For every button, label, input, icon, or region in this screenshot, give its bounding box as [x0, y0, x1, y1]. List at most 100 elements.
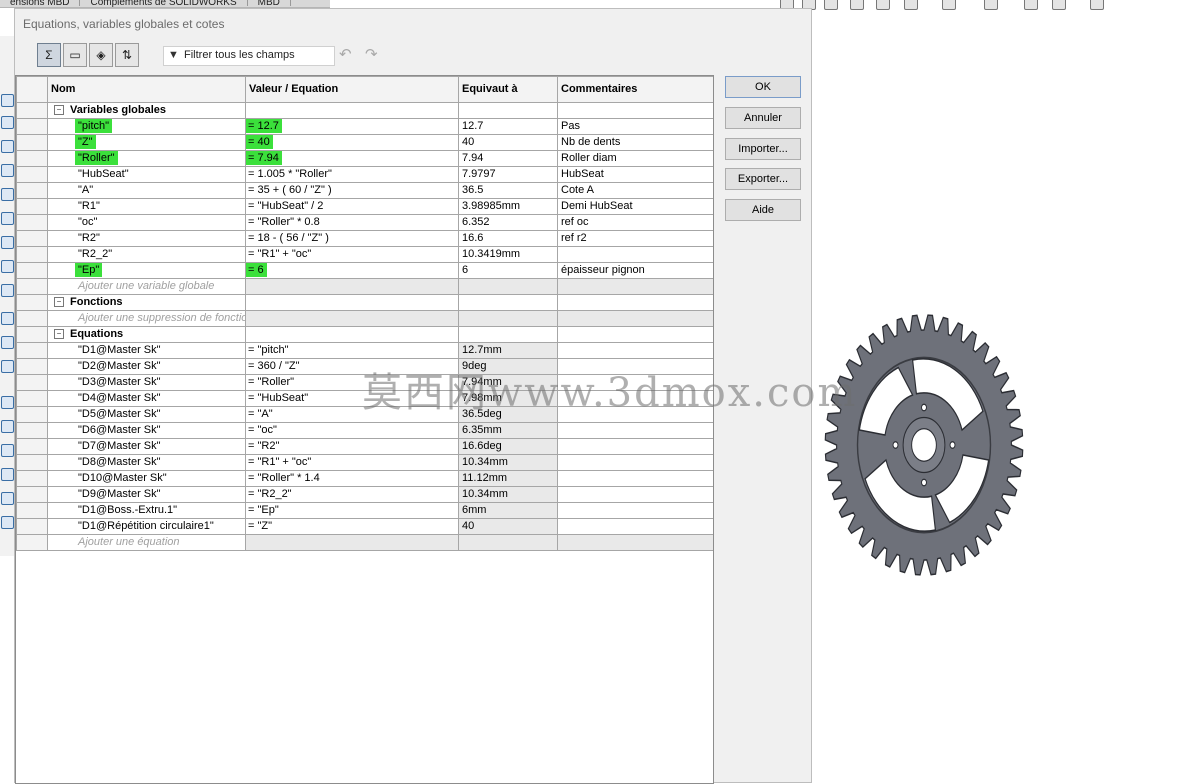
table-row[interactable]: "A" = 35 + ( 60 / "Z" ) 36.5 Cote A	[16, 182, 713, 199]
table-row[interactable]: "R2" = 18 - ( 56 / "Z" ) 16.6 ref r2	[16, 230, 713, 247]
table-row[interactable]: "D1@Boss.-Extru.1" = "Ep" 6mm	[16, 502, 713, 519]
section-view-icon[interactable]	[850, 0, 864, 10]
value-equation-cell[interactable]: = 12.7	[245, 118, 459, 135]
value-equation-cell[interactable]: = "Ep"	[245, 502, 459, 519]
value-equation-cell[interactable]: = 1.005 * "Roller"	[245, 166, 459, 183]
row-header[interactable]	[16, 166, 48, 183]
table-row[interactable]: "pitch" = 12.7 12.7 Pas	[16, 118, 713, 135]
dimension-name-cell[interactable]: "D7@Master Sk"	[47, 438, 246, 455]
dimension-name-cell[interactable]: "D1@Répétition circulaire1"	[47, 518, 246, 535]
sketch-icon[interactable]	[1, 94, 14, 107]
comment-cell[interactable]: Roller diam	[557, 150, 713, 167]
variable-name-cell[interactable]: "pitch"	[47, 118, 246, 135]
comment-cell[interactable]	[557, 438, 713, 455]
feature-icon[interactable]	[1, 516, 14, 529]
table-row[interactable]: "D6@Master Sk" = "oc" 6.35mm	[16, 422, 713, 439]
row-header[interactable]	[16, 374, 48, 391]
variable-name-cell[interactable]: "A"	[47, 182, 246, 199]
dimension-name-cell[interactable]: "D2@Master Sk"	[47, 358, 246, 375]
comment-cell[interactable]: ref oc	[557, 214, 713, 231]
table-row[interactable]: "D1@Répétition circulaire1" = "Z" 40	[16, 518, 713, 535]
dimension-name-cell[interactable]: "D1@Master Sk"	[47, 342, 246, 359]
variable-name-cell[interactable]: "R2_2"	[47, 246, 246, 263]
add-global-variable-row[interactable]: Ajouter une variable globale	[16, 278, 713, 295]
variable-name-cell[interactable]: "HubSeat"	[47, 166, 246, 183]
value-equation-cell[interactable]: = "pitch"	[245, 342, 459, 359]
variable-name-cell[interactable]: "Ep"	[47, 262, 246, 279]
variable-name-cell[interactable]: "oc"	[47, 214, 246, 231]
export-button[interactable]: Exporter...	[725, 168, 801, 190]
plane-front-icon[interactable]	[1, 236, 14, 249]
value-equation-cell[interactable]: = "HubSeat" / 2	[245, 198, 459, 215]
value-equation-cell[interactable]: = "Roller" * 0.8	[245, 214, 459, 231]
sketch-master-icon[interactable]	[1, 312, 14, 325]
sensor-icon[interactable]	[1, 164, 14, 177]
value-equation-cell[interactable]: = 40	[245, 134, 459, 151]
value-equation-cell[interactable]: = "R1" + "oc"	[245, 246, 459, 263]
section-label[interactable]: − Equations	[47, 326, 246, 343]
row-header[interactable]	[16, 134, 48, 151]
boss-extrude-icon[interactable]	[1, 336, 14, 349]
sprocket-model[interactable]	[814, 300, 1034, 590]
column-header-comments[interactable]: Commentaires	[557, 76, 713, 103]
dimension-name-cell[interactable]: "D3@Master Sk"	[47, 374, 246, 391]
tab-mbd[interactable]: MBD	[248, 0, 291, 7]
plane-icon[interactable]	[1, 116, 14, 129]
comment-cell[interactable]	[557, 502, 713, 519]
value-equation-cell[interactable]: = "Roller" * 1.4	[245, 470, 459, 487]
equation-view-button[interactable]: Σ	[37, 43, 61, 67]
section-label[interactable]: − Variables globales	[47, 102, 246, 119]
help-button[interactable]: Aide	[725, 199, 801, 221]
dimension-view-button[interactable]: ◈	[89, 43, 113, 67]
row-header[interactable]	[16, 438, 48, 455]
previous-view-icon[interactable]	[824, 0, 838, 10]
table-row[interactable]: "Roller" = 7.94 7.94 Roller diam	[16, 150, 713, 167]
comment-cell[interactable]: Nb de dents	[557, 134, 713, 151]
variable-name-cell[interactable]: "R2"	[47, 230, 246, 247]
comment-cell[interactable]	[557, 518, 713, 535]
table-row[interactable]: "HubSeat" = 1.005 * "Roller" 7.9797 HubSeat	[16, 166, 713, 183]
comment-cell[interactable]	[557, 470, 713, 487]
import-button[interactable]: Importer...	[725, 138, 801, 160]
table-row[interactable]: "D1@Master Sk" = "pitch" 12.7mm	[16, 342, 713, 359]
view-orientation-icon[interactable]	[904, 0, 918, 10]
comment-cell[interactable]	[557, 454, 713, 471]
row-header[interactable]	[16, 518, 48, 535]
dimension-name-cell[interactable]: "D1@Boss.-Extru.1"	[47, 502, 246, 519]
row-header[interactable]	[16, 470, 48, 487]
comment-cell[interactable]	[557, 422, 713, 439]
value-equation-cell[interactable]: = 7.94	[245, 150, 459, 167]
collapse-icon[interactable]: −	[54, 297, 64, 308]
variable-name-cell[interactable]: "R1"	[47, 198, 246, 215]
add-placeholder[interactable]: Ajouter une équation	[47, 534, 246, 551]
add-function-row[interactable]: Ajouter une suppression de fonction	[16, 310, 713, 327]
row-header[interactable]	[16, 118, 48, 135]
table-row[interactable]: "D7@Master Sk" = "R2" 16.6deg	[16, 438, 713, 455]
table-row[interactable]: "oc" = "Roller" * 0.8 6.352 ref oc	[16, 214, 713, 231]
add-equation-row[interactable]: Ajouter une équation	[16, 534, 713, 551]
comment-cell[interactable]: Demi HubSeat	[557, 198, 713, 215]
row-header[interactable]	[16, 454, 48, 471]
value-equation-cell[interactable]: = "Z"	[245, 518, 459, 535]
comment-cell[interactable]	[557, 342, 713, 359]
comment-cell[interactable]	[557, 246, 713, 263]
edit-appearance-icon[interactable]	[1024, 0, 1038, 10]
origin-icon[interactable]	[1, 212, 14, 225]
comment-cell[interactable]: Pas	[557, 118, 713, 135]
plane-right-icon[interactable]	[1, 284, 14, 297]
dimension-name-cell[interactable]: "D9@Master Sk"	[47, 486, 246, 503]
value-equation-cell[interactable]: = 35 + ( 60 / "Z" )	[245, 182, 459, 199]
row-header[interactable]	[16, 230, 48, 247]
table-row[interactable]: "D10@Master Sk" = "Roller" * 1.4 11.12mm	[16, 470, 713, 487]
value-equation-cell[interactable]: = "R2_2"	[245, 486, 459, 503]
row-header[interactable]	[16, 214, 48, 231]
shell-icon[interactable]	[1, 492, 14, 505]
pattern-icon[interactable]	[1, 396, 14, 409]
mirror-icon[interactable]	[1, 444, 14, 457]
chamfer-icon[interactable]	[1, 468, 14, 481]
table-row[interactable]: "R1" = "HubSeat" / 2 3.98985mm Demi HubSeat	[16, 198, 713, 215]
comment-cell[interactable]: épaisseur pignon	[557, 262, 713, 279]
equations-icon[interactable]	[1, 188, 14, 201]
dynamic-annotation-icon[interactable]	[876, 0, 890, 10]
comment-cell[interactable]: HubSeat	[557, 166, 713, 183]
